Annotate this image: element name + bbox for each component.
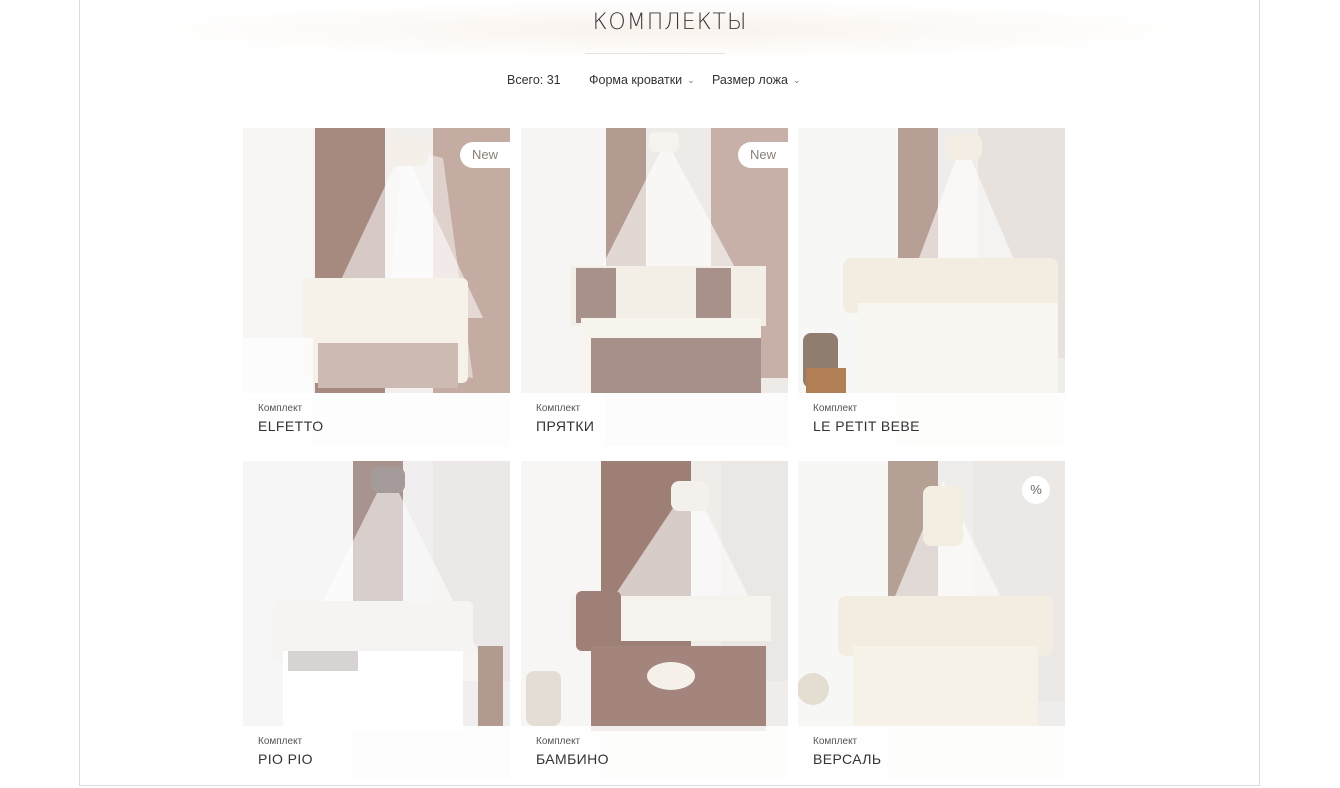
product-caption: Комплект PIO PIO xyxy=(243,726,510,779)
product-caption: Комплект ELFETTO xyxy=(243,393,510,446)
mattress-size-filter[interactable]: Размер ложа ⌄ xyxy=(712,73,801,87)
mattress-size-label: Размер ложа xyxy=(712,73,788,87)
product-name[interactable]: LE PETIT BEBE xyxy=(813,418,920,434)
discount-badge: % xyxy=(1022,476,1050,504)
title-divider xyxy=(585,53,725,54)
new-badge: New xyxy=(460,142,510,168)
product-card[interactable]: Комплект LE PETIT BEBE xyxy=(798,128,1065,446)
product-kind: Комплект xyxy=(536,403,581,414)
product-caption: Комплект LE PETIT BEBE xyxy=(798,393,1065,446)
crib-shape-label: Форма кроватки xyxy=(589,73,683,87)
chevron-down-icon: ⌄ xyxy=(687,75,695,85)
product-kind: Комплект xyxy=(258,736,303,747)
product-caption: Комплект БАМБИНО xyxy=(521,726,788,779)
product-card[interactable]: % Комплект ВЕРСАЛЬ xyxy=(798,461,1065,779)
product-kind: Комплект xyxy=(813,403,858,414)
total-count: Всего: 31 xyxy=(507,73,561,87)
new-badge: New xyxy=(738,142,788,168)
product-name[interactable]: ВЕРСАЛЬ xyxy=(813,751,881,767)
product-card[interactable]: Комплект БАМБИНО xyxy=(521,461,788,779)
chevron-down-icon: ⌄ xyxy=(793,75,801,85)
crib-shape-filter[interactable]: Форма кроватки ⌄ xyxy=(589,73,695,87)
product-caption: Комплект ПРЯТКИ xyxy=(521,393,788,446)
filter-bar: Всего: 31 Форма кроватки ⌄ Размер ложа ⌄ xyxy=(0,72,1340,92)
product-kind: Комплект xyxy=(258,403,303,414)
product-name[interactable]: PIO PIO xyxy=(258,751,313,767)
product-caption: Комплект ВЕРСАЛЬ xyxy=(798,726,1065,779)
product-name[interactable]: БАМБИНО xyxy=(536,751,609,767)
product-kind: Комплект xyxy=(813,736,858,747)
product-card[interactable]: New Комплект ELFETTO xyxy=(243,128,510,446)
product-kind: Комплект xyxy=(536,736,581,747)
product-name[interactable]: ELFETTO xyxy=(258,418,324,434)
product-name[interactable]: ПРЯТКИ xyxy=(536,418,594,434)
product-card[interactable]: Комплект PIO PIO xyxy=(243,461,510,779)
product-card[interactable]: New Комплект ПРЯТКИ xyxy=(521,128,788,446)
page-title: КОМПЛЕКТЫ xyxy=(592,10,748,35)
